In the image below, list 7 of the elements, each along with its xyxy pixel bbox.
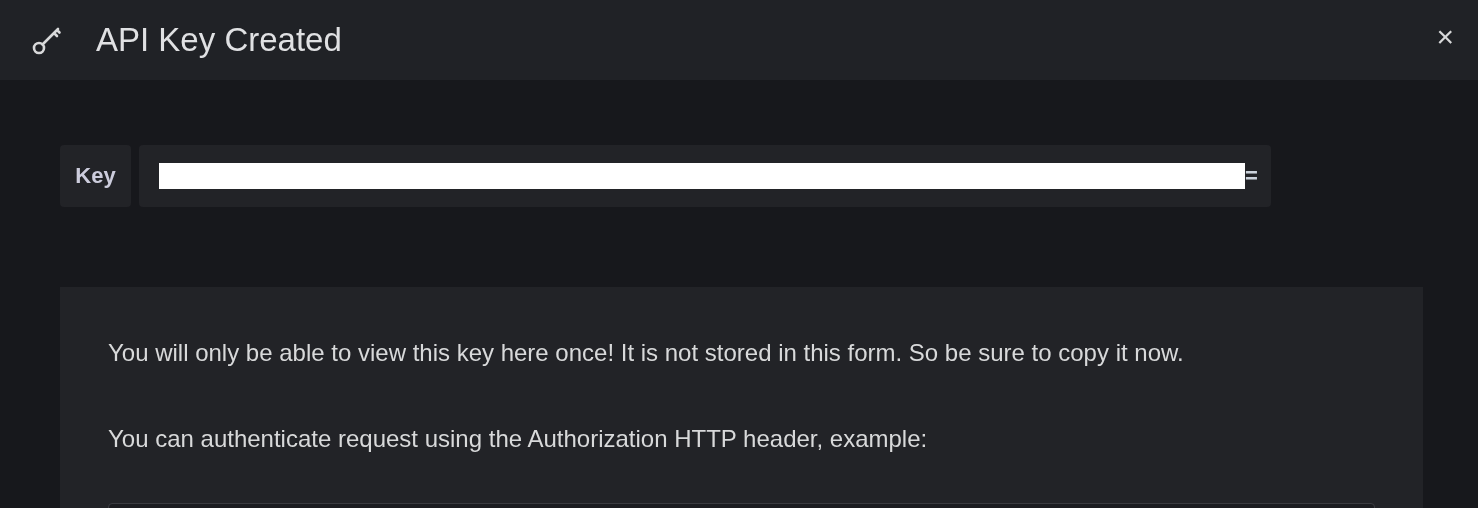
- close-button[interactable]: ×: [1430, 22, 1460, 52]
- key-field[interactable]: =: [139, 145, 1271, 207]
- key-label: Key: [60, 145, 131, 207]
- dialog-title: API Key Created: [96, 21, 342, 59]
- key-text: =: [1245, 163, 1258, 189]
- info-text: You will only be able to view this key here once! It is not stored in this form. So be sure to copy it now.: [108, 339, 1185, 367]
- info-text: You can authenticate request using the Authorization HTTP header, example:: [108, 425, 929, 453]
